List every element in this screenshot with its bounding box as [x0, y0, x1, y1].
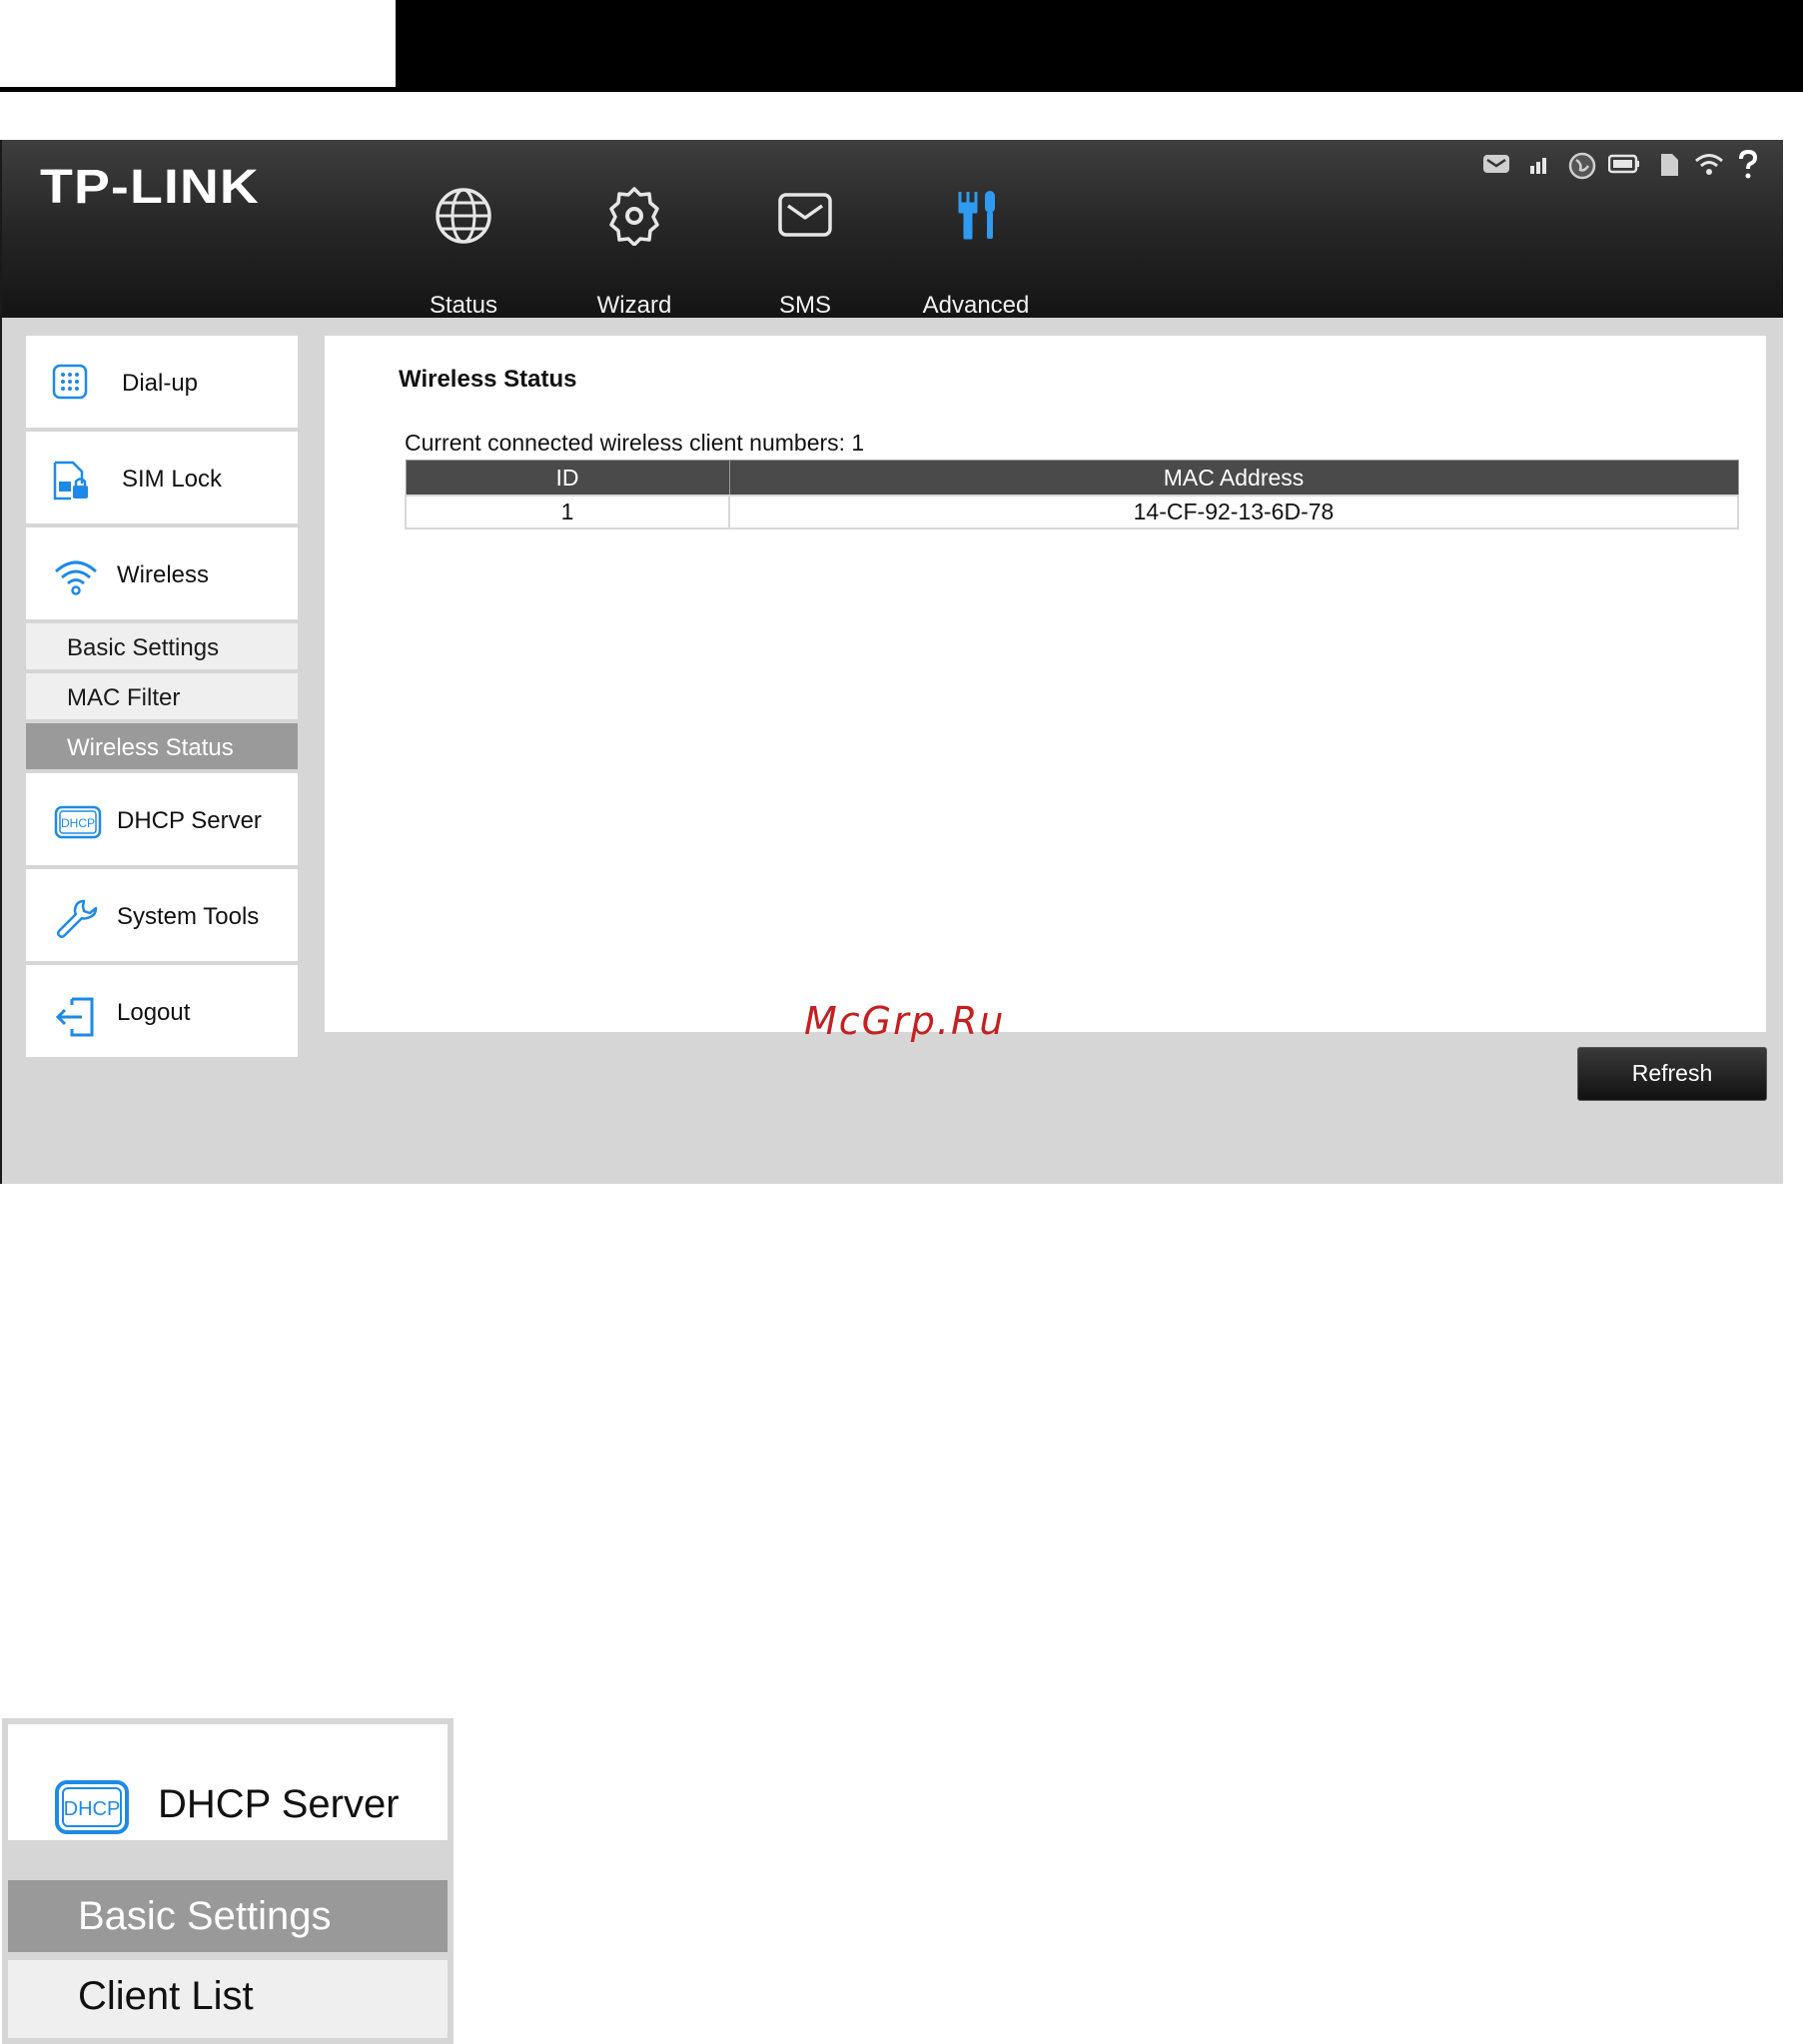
- zoom-item-label: DHCP Server: [158, 1782, 400, 1826]
- content-panel: Wireless Status Current connected wirele…: [325, 336, 1766, 1032]
- sidebar-item-label: Logout: [117, 999, 191, 1026]
- sidebar-subitem-mac-filter[interactable]: MAC Filter: [26, 673, 298, 723]
- nav-sms-label: SMS: [778, 292, 831, 319]
- refresh-button[interactable]: Refresh: [1577, 1047, 1767, 1101]
- watermark: McGrp.Ru: [804, 999, 1006, 1043]
- column-header-id: ID: [405, 460, 730, 497]
- svg-text:DHCP: DHCP: [64, 1798, 121, 1820]
- sim-lock-icon: [53, 461, 88, 501]
- table-header-row: ID MAC Address: [405, 460, 1739, 497]
- nav-sms[interactable]: SMS: [730, 186, 880, 319]
- sidebar-item-label: System Tools: [117, 903, 260, 930]
- sidebar-item-label: DHCP Server: [117, 807, 262, 834]
- sidebar-item-sim-lock[interactable]: SIM Lock: [26, 432, 298, 527]
- sidebar-subitem-label: MAC Filter: [67, 684, 181, 711]
- page-top-banner-blank: [0, 0, 396, 87]
- nav-wizard-label: Wizard: [596, 292, 672, 319]
- sidebar-subitem-basic-settings[interactable]: Basic Settings: [26, 623, 298, 673]
- internet-icon[interactable]: [1568, 152, 1596, 180]
- wrench-icon: [56, 899, 98, 939]
- help-icon[interactable]: [1736, 150, 1760, 180]
- nav-advanced[interactable]: Advanced: [901, 186, 1051, 319]
- envelope-icon: [778, 193, 832, 237]
- zoom-subitem-client-list[interactable]: Client List: [8, 1960, 448, 2038]
- nav-status-label: Status: [429, 292, 498, 319]
- dialpad-icon: [52, 364, 88, 400]
- sidebar-subitem-label: Basic Settings: [67, 634, 220, 661]
- sidebar-subitem-label: Wireless Status: [67, 734, 234, 761]
- sidebar-item-system-tools[interactable]: System Tools: [26, 869, 298, 965]
- dhcp-icon: DHCP: [54, 805, 102, 839]
- wifi-icon: [54, 560, 98, 595]
- tools-icon: [958, 191, 995, 240]
- battery-icon[interactable]: [1608, 152, 1640, 176]
- top-header: TP-LINK Status Wizard SMS Advanced: [2, 140, 1783, 319]
- column-header-mac: MAC Address: [728, 460, 1739, 497]
- zoom-subitem-basic-settings[interactable]: Basic Settings: [8, 1880, 448, 1952]
- sidebar-item-label: Dial-up: [122, 370, 199, 397]
- wifi-icon[interactable]: [1694, 152, 1724, 178]
- svg-text:DHCP: DHCP: [61, 816, 95, 830]
- nav-status[interactable]: Status: [389, 186, 538, 319]
- client-count-text: Current connected wireless client number…: [405, 430, 865, 456]
- page-title: Wireless Status: [399, 366, 577, 393]
- logout-icon: [55, 997, 94, 1037]
- sidebar-subitem-wireless-status[interactable]: Wireless Status: [26, 723, 298, 773]
- sidebar-item-label: SIM Lock: [122, 466, 223, 493]
- table-row: 1 14-CF-92-13-6D-78: [405, 495, 1739, 529]
- sidebar-item-label: Wireless: [117, 561, 210, 588]
- cell-mac-address: 14-CF-92-13-6D-78: [728, 495, 1739, 529]
- gear-icon: [609, 187, 659, 246]
- dhcp-icon: DHCP: [55, 1780, 129, 1834]
- sidebar-item-logout[interactable]: Logout: [26, 965, 298, 1061]
- cell-id: 1: [405, 495, 730, 529]
- nav-advanced-label: Advanced: [922, 292, 1030, 319]
- message-icon[interactable]: [1482, 152, 1510, 176]
- zoom-item-dhcp-server[interactable]: DHCP DHCP Server: [8, 1724, 448, 1840]
- signal-icon[interactable]: [1528, 152, 1548, 176]
- zoom-subitem-label: Client List: [78, 1974, 254, 2018]
- dhcp-menu-zoom: DHCP DHCP Server Basic Settings Client L…: [2, 1718, 453, 2044]
- nav-wizard[interactable]: Wizard: [559, 186, 709, 319]
- status-icon-bar: [1482, 150, 1762, 180]
- sd-card-icon[interactable]: [1658, 152, 1680, 178]
- tp-link-logo: TP-LINK: [40, 161, 260, 214]
- sidebar-item-wireless[interactable]: Wireless: [26, 527, 298, 623]
- wireless-client-table: ID MAC Address 1 14-CF-92-13-6D-78: [405, 460, 1739, 529]
- sidebar-item-dhcp-server[interactable]: DHCP DHCP Server: [26, 773, 298, 869]
- sidebar-item-dial-up[interactable]: Dial-up: [26, 336, 298, 432]
- zoom-subitem-label: Basic Settings: [78, 1894, 332, 1938]
- globe-icon: [436, 188, 491, 244]
